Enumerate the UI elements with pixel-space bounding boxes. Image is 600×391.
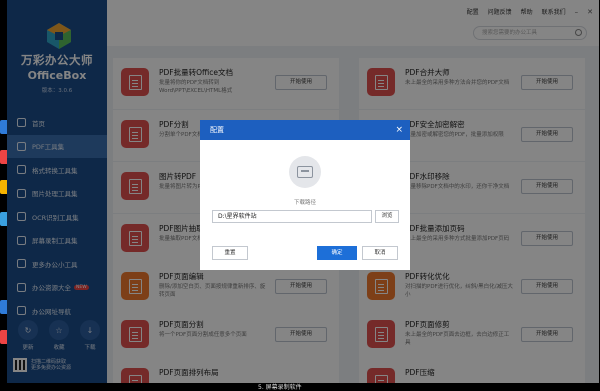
- screen: 万彩办公大师 OfficeBox 版本：3.0.6 首页 PDF工具集 格式转换…: [0, 0, 600, 391]
- folder-icon: [289, 156, 321, 188]
- reset-button[interactable]: 重置: [212, 246, 248, 260]
- officebox-window: 万彩办公大师 OfficeBox 版本：3.0.6 首页 PDF工具集 格式转换…: [7, 0, 599, 383]
- download-path-label: 下载路径: [293, 200, 316, 206]
- config-dialog: 配置 × 下载路径 D:\星界软件站 浏览 重置 确定 取消: [200, 120, 410, 270]
- cancel-button[interactable]: 取消: [362, 246, 398, 260]
- download-path-input[interactable]: D:\星界软件站: [212, 210, 372, 223]
- confirm-button[interactable]: 确定: [317, 246, 357, 260]
- browse-button[interactable]: 浏览: [375, 210, 399, 223]
- dialog-header: 配置 ×: [200, 120, 410, 140]
- dialog-title: 配置: [210, 126, 224, 134]
- close-icon[interactable]: ×: [395, 120, 403, 140]
